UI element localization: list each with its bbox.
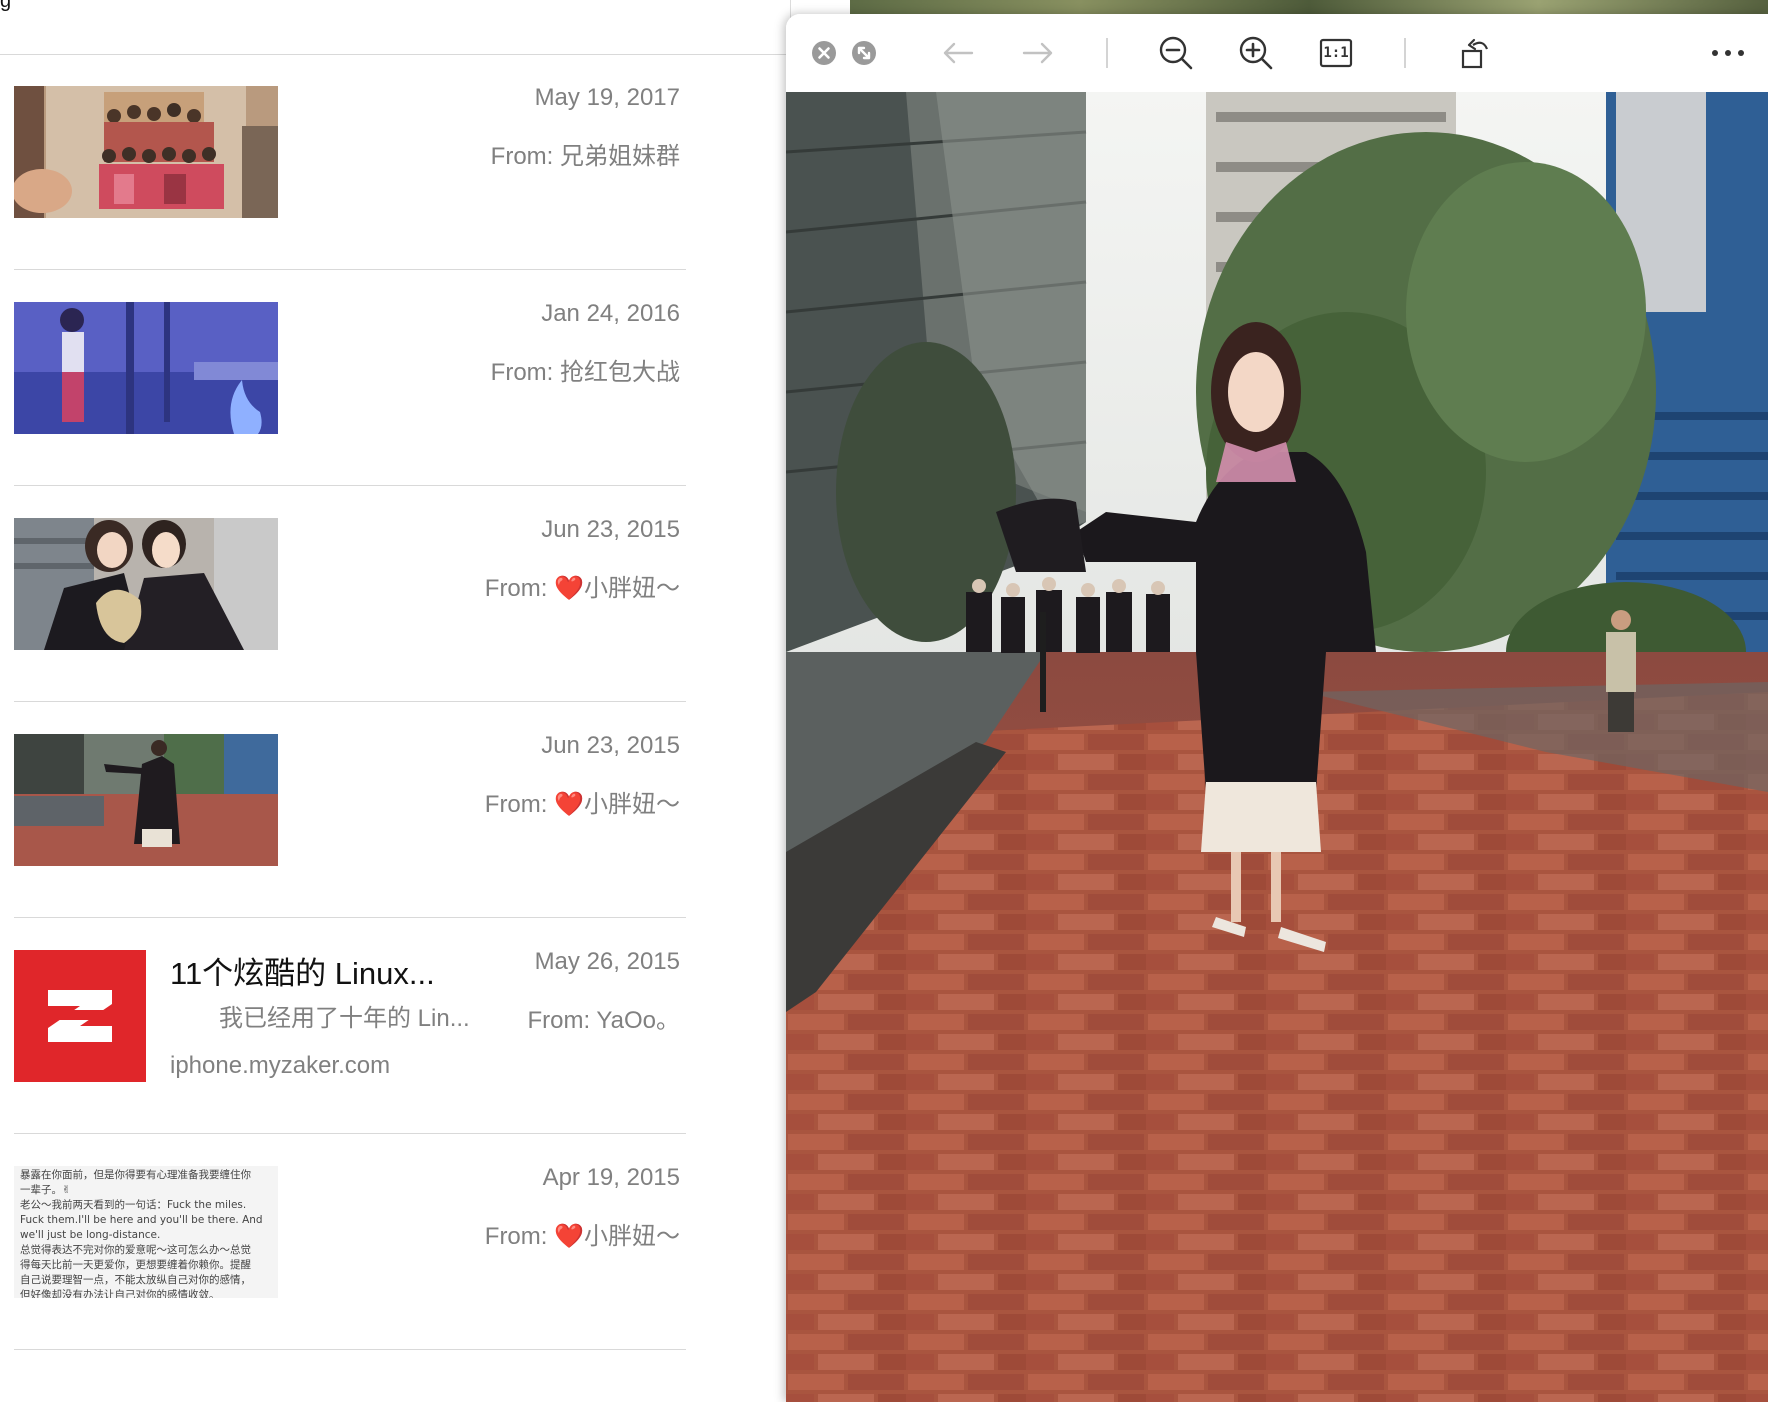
photo-thumbnail[interactable] bbox=[14, 518, 278, 650]
displayed-photo[interactable] bbox=[786, 92, 1768, 1402]
item-sender: From: 兄弟姐妹群 bbox=[490, 143, 680, 170]
toolbar-separator bbox=[1404, 38, 1406, 68]
item-sender: From: ❤️小胖妞～ bbox=[484, 575, 680, 602]
list-item-text[interactable]: 暴露在你面前，但是你得要有心理准备我要缠住你 一辈子。✌ 老公～我前两天看到的一句话… bbox=[14, 1134, 686, 1350]
actual-size-icon[interactable]: 1:1 bbox=[1316, 33, 1356, 73]
zoom-in-icon[interactable] bbox=[1236, 33, 1276, 73]
favorites-list-pane: g May 19, 2017 From: 兄弟姐妹群 Jan 24, 2016 … bbox=[0, 0, 791, 1370]
snippet-line: 暴露在你面前，但是你得要有心理准备我要缠住你 bbox=[20, 1169, 251, 1181]
snippet-line: 老公～我前两天看到的一句话：Fuck the miles. bbox=[20, 1199, 247, 1211]
arrow-right-icon[interactable] bbox=[1018, 33, 1058, 73]
viewer-toolbar: 1:1 bbox=[786, 14, 1768, 93]
text-snippet: 暴露在你面前，但是你得要有心理准备我要缠住你 一辈子。✌ 老公～我前两天看到的一句话… bbox=[14, 1166, 278, 1298]
heart-emoji-icon: ❤️ bbox=[554, 791, 584, 818]
item-sender: From: YaOo。 bbox=[527, 1007, 681, 1034]
background-photo-strip bbox=[850, 0, 1768, 14]
list-item[interactable]: Jan 24, 2016 From: 抢红包大战 bbox=[14, 270, 686, 486]
snippet-line: we'll just be long-distance. bbox=[20, 1229, 161, 1241]
clipped-header-text: g bbox=[0, 0, 12, 12]
link-description: 我已经用了十年的 Lin... bbox=[219, 1005, 470, 1032]
link-url[interactable]: iphone.myzaker.com bbox=[170, 1052, 390, 1080]
snippet-line: 得每天比前一天更爱你，更想要缠着你赖你。提醒 bbox=[20, 1259, 251, 1271]
item-date: Jun 23, 2015 bbox=[541, 732, 680, 759]
snippet-line: 一辈子。✌ bbox=[20, 1184, 71, 1196]
actual-size-label: 1:1 bbox=[1323, 45, 1349, 61]
toolbar-separator bbox=[1106, 38, 1108, 68]
zoom-out-icon[interactable] bbox=[1156, 33, 1196, 73]
close-circle-icon[interactable] bbox=[804, 33, 844, 73]
snippet-line: 总觉得表达不完对你的爱意呢～这可怎么办～总觉 bbox=[20, 1244, 251, 1256]
item-date: Jan 24, 2016 bbox=[541, 300, 680, 327]
item-date: May 26, 2015 bbox=[534, 948, 680, 975]
arrow-left-icon[interactable] bbox=[938, 33, 978, 73]
text-snippet-thumbnail[interactable]: 暴露在你面前，但是你得要有心理准备我要缠住你 一辈子。✌ 老公～我前两天看到的一句话… bbox=[14, 1166, 278, 1298]
more-dots-icon[interactable] bbox=[1708, 33, 1748, 73]
item-sender: From: ❤️小胖妞～ bbox=[484, 791, 680, 818]
list-item[interactable]: Jun 23, 2015 From: ❤️小胖妞～ bbox=[14, 702, 686, 918]
item-date: Jun 23, 2015 bbox=[541, 516, 680, 543]
photo-thumbnail[interactable] bbox=[14, 734, 278, 866]
photo-thumbnail[interactable] bbox=[14, 302, 278, 434]
item-sender: From: ❤️小胖妞～ bbox=[484, 1223, 680, 1250]
list-item[interactable]: Jun 23, 2015 From: ❤️小胖妞～ bbox=[14, 486, 686, 702]
snippet-line: 但好像却没有办法让自己对你的感情收敛。 bbox=[20, 1289, 220, 1298]
link-title: 11个炫酷的 Linux... bbox=[170, 956, 435, 991]
item-date: Apr 19, 2015 bbox=[542, 1164, 680, 1191]
fullscreen-circle-icon[interactable] bbox=[844, 33, 884, 73]
list-item-link[interactable]: 11个炫酷的 Linux... 我已经用了十年的 Lin... iphone.m… bbox=[14, 918, 686, 1134]
zaker-logo-icon[interactable] bbox=[14, 950, 146, 1082]
heart-emoji-icon: ❤️ bbox=[554, 1223, 584, 1250]
item-date: May 19, 2017 bbox=[534, 84, 680, 111]
snippet-line: 自己说要理智一点，不能太放纵自己对你的感情， bbox=[20, 1274, 251, 1286]
rotate-icon[interactable] bbox=[1456, 33, 1496, 73]
row-divider bbox=[14, 1349, 686, 1350]
snippet-line: Fuck them.I'll be here and you'll be the… bbox=[20, 1214, 263, 1226]
list-item[interactable]: May 19, 2017 From: 兄弟姐妹群 bbox=[14, 54, 686, 270]
photo-thumbnail[interactable] bbox=[14, 86, 278, 218]
item-sender: From: 抢红包大战 bbox=[490, 359, 680, 386]
image-viewer-window: 1:1 bbox=[786, 14, 1768, 1402]
heart-emoji-icon: ❤️ bbox=[554, 575, 584, 602]
